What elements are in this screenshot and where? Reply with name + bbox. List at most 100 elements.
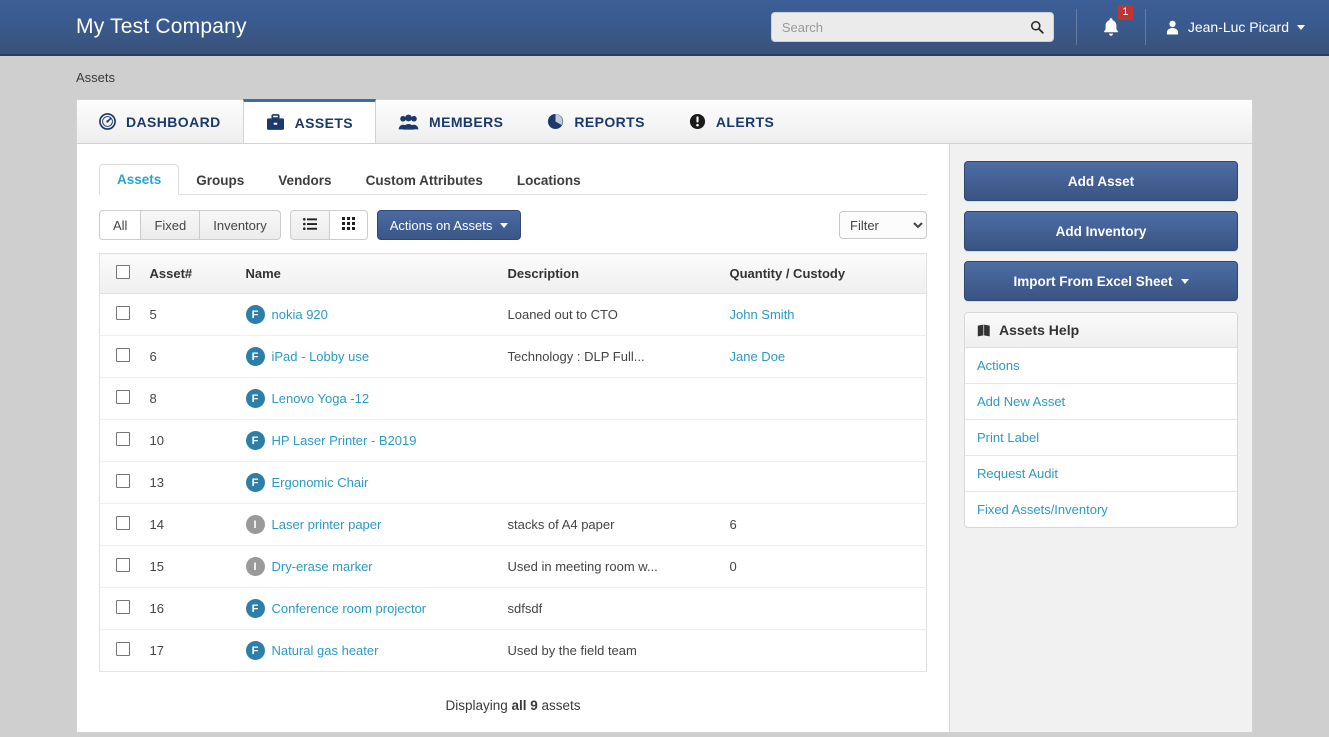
custody-link[interactable]: John Smith (730, 307, 795, 322)
search-input[interactable] (771, 13, 1053, 41)
table-row[interactable]: 13 F Ergonomic Chair (99, 461, 927, 504)
count-strong: all 9 (511, 698, 538, 713)
help-link-item[interactable]: Add New Asset (965, 384, 1237, 420)
row-checkbox[interactable] (116, 642, 130, 656)
notification-badge: 1 (1117, 5, 1133, 20)
row-checkbox[interactable] (116, 558, 130, 572)
list-view-button[interactable] (289, 210, 329, 240)
subtab-vendors[interactable]: Vendors (261, 166, 348, 195)
count-prefix: Displaying (445, 698, 512, 713)
asset-name-link[interactable]: nokia 920 (272, 307, 328, 322)
inventory-type-badge: I (245, 557, 265, 576)
grid-view-button[interactable] (328, 210, 368, 240)
header-asset-number[interactable]: Asset# (143, 253, 240, 294)
notifications-button[interactable]: 1 (1077, 0, 1145, 55)
select-all-header (99, 253, 144, 294)
row-checkbox[interactable] (116, 600, 130, 614)
asset-name-cell: I Laser printer paper (239, 503, 502, 546)
subtab-locations[interactable]: Locations (500, 166, 598, 195)
asset-name-link[interactable]: Dry-erase marker (272, 559, 373, 574)
header-quantity-custody[interactable]: Quantity / Custody (723, 253, 927, 294)
tab-reports-label: REPORTS (574, 113, 645, 130)
asset-quantity-custody-cell (723, 377, 927, 420)
row-checkbox[interactable] (116, 432, 130, 446)
user-menu[interactable]: Jean-Luc Picard (1146, 0, 1329, 55)
asset-name-link[interactable]: HP Laser Printer - B2019 (272, 433, 417, 448)
row-checkbox[interactable] (116, 474, 130, 488)
table-row[interactable]: 14 I Laser printer paper stacks of A4 paper… (99, 503, 927, 546)
help-link-item[interactable]: Fixed Assets/Inventory (965, 492, 1237, 527)
help-link-item[interactable]: Actions (965, 348, 1237, 384)
tab-dashboard[interactable]: DASHBOARD (77, 100, 243, 143)
subtab-assets-label: Assets (117, 172, 162, 187)
header-right-group: 1 Jean-Luc Picard (770, 0, 1329, 55)
assets-help-title: Assets Help (999, 322, 1080, 338)
table-row[interactable]: 5 Fnokia 920 Loaned out to CTO John Smith (99, 293, 927, 336)
filter-fixed-label: Fixed (154, 217, 187, 233)
subtab-custom-attributes[interactable]: Custom Attributes (349, 166, 500, 195)
select-all-checkbox[interactable] (116, 265, 130, 279)
row-select-cell (99, 377, 144, 420)
search-box[interactable] (770, 12, 1054, 42)
briefcase-icon (266, 114, 285, 131)
table-row[interactable]: 10 F HP Laser Printer - B2019 (99, 419, 927, 462)
table-row[interactable]: 17 F Natural gas heater Used by the field t… (99, 629, 927, 672)
filter-select[interactable]: Filter (839, 211, 927, 239)
people-icon (398, 114, 419, 130)
tab-reports[interactable]: REPORTS (525, 100, 666, 143)
asset-name-wrapper: I Laser printer paper (245, 515, 496, 534)
row-checkbox[interactable] (116, 390, 130, 404)
help-link-item[interactable]: Request Audit (965, 456, 1237, 492)
subtab-assets[interactable]: Assets (99, 164, 180, 195)
row-checkbox[interactable] (116, 306, 130, 320)
asset-description-cell (501, 377, 724, 420)
caret-down-icon (500, 222, 509, 228)
row-checkbox[interactable] (116, 348, 130, 362)
add-inventory-button[interactable]: Add Inventory (964, 211, 1238, 251)
count-suffix: assets (537, 698, 581, 713)
import-from-excel-button[interactable]: Import From Excel Sheet (964, 261, 1238, 301)
header-name[interactable]: Name (239, 253, 502, 294)
asset-name-cell: F Ergonomic Chair (239, 461, 502, 504)
caret-down-icon (1180, 278, 1189, 284)
asset-name-link[interactable]: Laser printer paper (272, 517, 382, 532)
asset-name-link[interactable]: iPad - Lobby use (272, 349, 370, 364)
asset-number-cell: 15 (143, 545, 240, 588)
subtab-locations-label: Locations (516, 173, 581, 188)
actions-on-assets-button[interactable]: Actions on Assets (376, 210, 522, 240)
add-asset-label: Add Asset (1067, 173, 1135, 189)
asset-name-link[interactable]: Natural gas heater (272, 643, 379, 658)
row-select-cell (99, 419, 144, 462)
filter-fixed-button[interactable]: Fixed (140, 210, 200, 240)
asset-name-wrapper: F Natural gas heater (245, 641, 496, 660)
table-row[interactable]: 16 F Conference room projector sdfsdf (99, 587, 927, 630)
view-mode-group (289, 210, 368, 240)
main-tab-strip: DASHBOARD ASSETS MEMBERS REPORTS ALERTS (76, 99, 1253, 144)
table-row[interactable]: 15 I Dry-erase marker Used in meeting room … (99, 545, 927, 588)
filter-container: Filter (839, 211, 927, 239)
help-link-item[interactable]: Print Label (965, 420, 1237, 456)
tab-assets[interactable]: ASSETS (242, 99, 377, 144)
asset-name-cell: F Lenovo Yoga -12 (239, 377, 502, 420)
add-asset-button[interactable]: Add Asset (964, 161, 1238, 201)
tab-alerts[interactable]: ALERTS (667, 100, 796, 143)
subtab-groups[interactable]: Groups (179, 166, 261, 195)
chevron-down-icon (1297, 24, 1305, 30)
filter-inventory-button[interactable]: Inventory (199, 210, 281, 240)
filter-all-button[interactable]: All (99, 210, 141, 240)
filter-all-label: All (113, 217, 128, 233)
header-description[interactable]: Description (501, 253, 724, 294)
exclamation-circle-icon (689, 113, 706, 130)
table-row[interactable]: 8 F Lenovo Yoga -12 (99, 377, 927, 420)
asset-name-link[interactable]: Conference room projector (272, 601, 427, 616)
tab-members[interactable]: MEMBERS (376, 100, 525, 143)
asset-description-cell: Used in meeting room w... (501, 545, 724, 588)
asset-name-link[interactable]: Lenovo Yoga -12 (272, 391, 370, 406)
table-row[interactable]: 6 FiPad - Lobby use Technology : DLP Full.… (99, 335, 927, 378)
sub-tab-strip: Assets Groups Vendors Custom Attributes … (99, 162, 927, 195)
custody-link[interactable]: Jane Doe (730, 349, 786, 364)
search-icon[interactable] (1030, 20, 1044, 34)
asset-name-wrapper: FiPad - Lobby use (245, 347, 496, 366)
row-checkbox[interactable] (116, 516, 130, 530)
asset-name-link[interactable]: Ergonomic Chair (272, 475, 369, 490)
